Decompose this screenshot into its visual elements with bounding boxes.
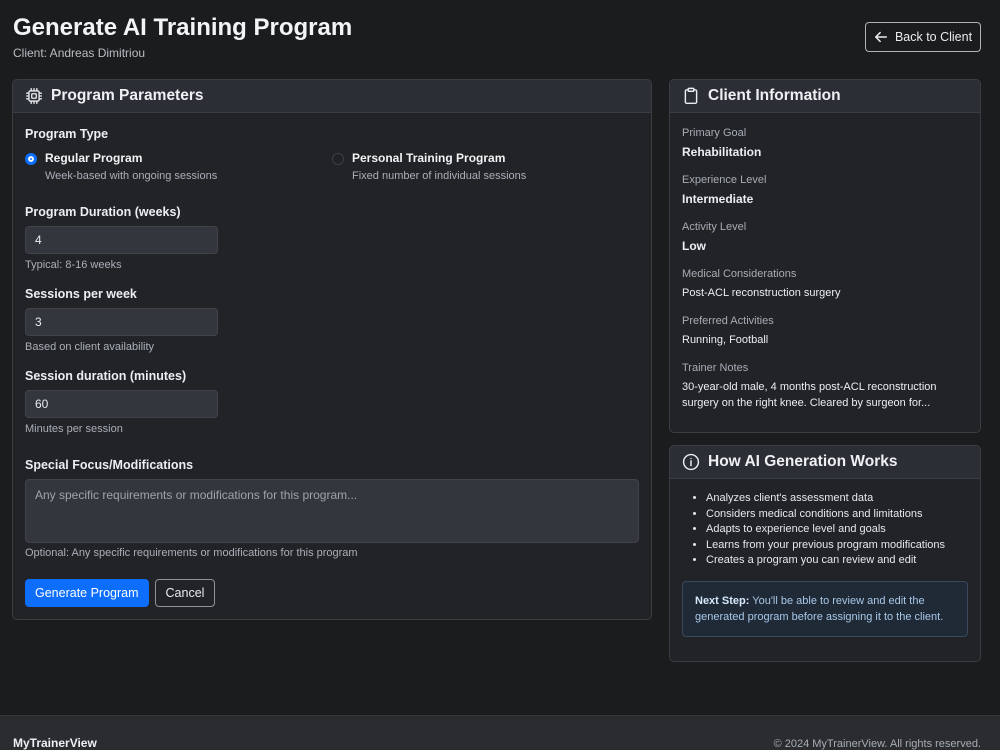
footer-copyright: © 2024 MyTrainerView. All rights reserve… xyxy=(773,738,981,750)
primary-goal-value: Rehabilitation xyxy=(682,145,762,159)
sessions-input[interactable]: 3 xyxy=(25,308,218,336)
next-step-strong: Next Step: xyxy=(695,594,750,607)
activity-level-label: Activity Level xyxy=(682,221,747,233)
experience-level-label: Experience Level xyxy=(682,174,767,186)
personal-training-title: Personal Training Program xyxy=(352,151,506,165)
clipboard-icon xyxy=(684,87,698,105)
medical-considerations-value: Post-ACL reconstruction surgery xyxy=(682,287,841,299)
client-information-body: Primary Goal Rehabilitation Experience L… xyxy=(670,113,980,411)
duration-help: Typical: 8-16 weeks xyxy=(25,259,122,271)
preferred-activities-field: Preferred Activities Running, Football xyxy=(682,315,968,348)
list-item: Creates a program you can review and edi… xyxy=(706,553,968,569)
program-parameters-card: Program Parameters Program Type Regular … xyxy=(12,79,652,620)
preferred-activities-value: Running, Football xyxy=(682,334,769,346)
program-parameters-header: Program Parameters xyxy=(13,80,651,113)
session-duration-label: Session duration (minutes) xyxy=(25,369,187,383)
how-ai-generation-works-header: How AI Generation Works xyxy=(670,446,980,479)
personal-training-desc: Fixed number of individual sessions xyxy=(352,170,527,182)
preferred-activities-label: Preferred Activities xyxy=(682,315,774,327)
radio-selected-icon[interactable] xyxy=(25,153,37,165)
medical-considerations-label: Medical Considerations xyxy=(682,268,797,280)
footer: MyTrainerView © 2024 MyTrainerView. All … xyxy=(0,715,1000,750)
client-subtitle: Client: Andreas Dimitriou xyxy=(13,46,146,60)
activity-level-field: Activity Level Low xyxy=(682,221,968,254)
how-ai-generation-works-title: How AI Generation Works xyxy=(708,453,898,470)
client-information-title: Client Information xyxy=(708,87,841,104)
cancel-button[interactable]: Cancel xyxy=(154,579,216,607)
cpu-icon xyxy=(26,88,42,104)
program-type-radio-group: Regular Program Week-based with ongoing … xyxy=(25,151,639,182)
how-steps-list: Analyzes client's assessment data Consid… xyxy=(670,479,980,569)
experience-level-field: Experience Level Intermediate xyxy=(682,174,968,207)
info-circle-icon xyxy=(682,453,700,471)
focus-help: Optional: Any specific requirements or m… xyxy=(25,547,358,559)
activity-level-value: Low xyxy=(682,239,706,253)
trainer-notes-label: Trainer Notes xyxy=(682,362,749,374)
primary-goal-label: Primary Goal xyxy=(682,127,747,139)
program-parameters-title: Program Parameters xyxy=(51,87,204,104)
list-item: Analyzes client's assessment data xyxy=(706,491,968,507)
duration-input[interactable]: 4 xyxy=(25,226,218,254)
duration-label: Program Duration (weeks) xyxy=(25,205,181,219)
next-step-note: Next Step: You'll be able to review and … xyxy=(682,580,968,637)
primary-goal-field: Primary Goal Rehabilitation xyxy=(682,127,968,160)
experience-level-value: Intermediate xyxy=(682,192,754,206)
form-actions: Generate Program Cancel xyxy=(25,579,639,607)
personal-training-option[interactable]: Personal Training Program Fixed number o… xyxy=(332,151,639,182)
list-item: Learns from your previous program modifi… xyxy=(706,538,968,554)
focus-textarea[interactable]: Any specific requirements or modificatio… xyxy=(25,479,639,543)
session-duration-input[interactable]: 60 xyxy=(25,390,218,418)
medical-considerations-field: Medical Considerations Post-ACL reconstr… xyxy=(682,268,968,301)
client-information-header: Client Information xyxy=(670,80,980,113)
arrow-left-icon xyxy=(874,31,887,43)
regular-program-desc: Week-based with ongoing sessions xyxy=(45,170,218,182)
footer-brand: MyTrainerView xyxy=(13,736,97,750)
sessions-help: Based on client availability xyxy=(25,341,155,353)
page-title: Generate AI Training Program xyxy=(13,14,353,41)
regular-program-title: Regular Program xyxy=(45,151,143,165)
list-item: Considers medical conditions and limitat… xyxy=(706,507,968,523)
generate-program-button[interactable]: Generate Program xyxy=(25,579,149,607)
back-to-client-label: Back to Client xyxy=(894,30,973,44)
radio-unselected-icon[interactable] xyxy=(332,153,344,165)
sessions-label: Sessions per week xyxy=(25,287,137,301)
regular-program-option[interactable]: Regular Program Week-based with ongoing … xyxy=(25,151,332,182)
page-header: Generate AI Training Program Client: And… xyxy=(13,14,352,60)
session-duration-help: Minutes per session xyxy=(25,423,123,435)
how-ai-generation-works-card: How AI Generation Works Analyzes client'… xyxy=(669,445,981,662)
trainer-notes-field: Trainer Notes 30-year-old male, 4 months… xyxy=(682,362,968,411)
list-item: Adapts to experience level and goals xyxy=(706,522,968,538)
program-type-label: Program Type xyxy=(25,127,109,141)
trainer-notes-value: 30-year-old male, 4 months post-ACL reco… xyxy=(682,381,937,409)
program-parameters-body: Program Type Regular Program Week-based … xyxy=(13,127,651,607)
client-information-card: Client Information Primary Goal Rehabili… xyxy=(669,79,981,433)
focus-label: Special Focus/Modifications xyxy=(25,458,194,472)
back-to-client-button[interactable]: Back to Client xyxy=(865,22,981,52)
